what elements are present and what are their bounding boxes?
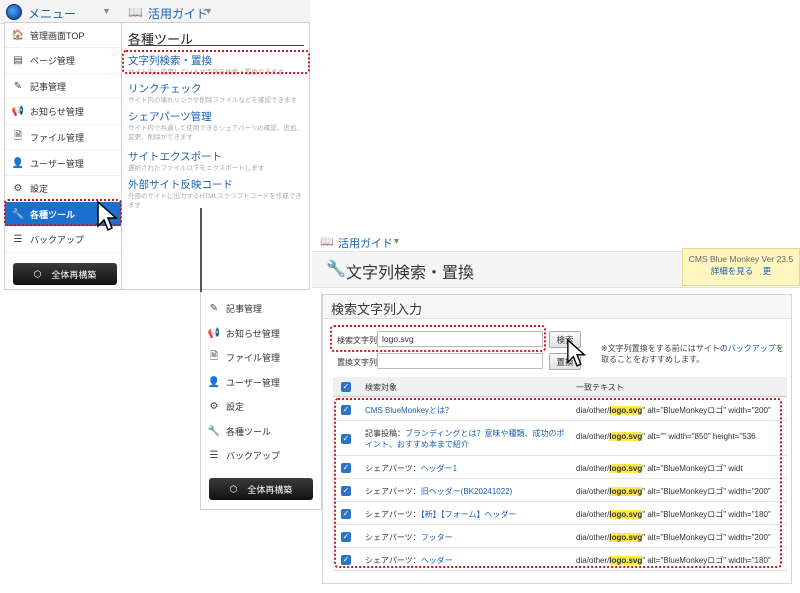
tool-description: サイト内で共通して使用できるシェアパーツの確認、追加、変更、削除ができます <box>128 125 303 141</box>
logo-icon[interactable] <box>6 4 22 20</box>
sidebar-item-label: 記事管理 <box>30 81 67 92</box>
update-link[interactable]: 更 <box>763 266 772 276</box>
sidebar-item[interactable]: ☰ バックアップ <box>201 443 321 468</box>
user-icon: 👤 <box>11 157 25 169</box>
tool-title[interactable]: シェアパーツ管理 <box>128 109 308 124</box>
cube-icon: ⬡ <box>33 268 42 279</box>
tool-title[interactable]: リンクチェック <box>128 81 308 96</box>
wrench-icon: 🔧 <box>326 261 346 278</box>
file-icon: 🗎 <box>13 130 23 142</box>
sidebar-item[interactable]: 👤 ユーザー管理 <box>5 151 121 176</box>
sidebar-item-label: ユーザー管理 <box>226 377 280 388</box>
sidebar-item[interactable]: 📢 お知らせ管理 <box>5 100 121 125</box>
mouse-cursor-icon <box>97 200 118 232</box>
book-icon: 📖 <box>128 5 143 19</box>
edit-icon: ✎ <box>13 80 23 92</box>
sidebar-item-label: 管理画面TOP <box>30 30 85 41</box>
page-title: 文字列検索・置換 <box>346 265 475 282</box>
sidebar-secondary: ⬡ 全体再構築 ✎ 記事管理 📢 お知らせ管理 🗎 ファイル管理 👤 ユーザー管理 ⚙ 設定 🔧 各種… <box>200 292 322 510</box>
col-target: 検索対象 <box>365 383 397 392</box>
replace-input[interactable] <box>377 353 543 369</box>
sidebar-item-label: ユーザー管理 <box>30 158 84 169</box>
database-icon: ☰ <box>13 234 23 246</box>
sidebar-item[interactable]: 🗎 ファイル管理 <box>5 125 121 151</box>
tool-title[interactable]: 外部サイト反映コード <box>128 177 308 192</box>
sidebar-item[interactable]: 🗎 ファイル管理 <box>201 345 321 370</box>
sidebar-item[interactable]: ⚙ 設定 <box>5 177 121 202</box>
sidebar-item-label: 各種ツール <box>226 426 272 437</box>
guide-menu[interactable]: 活用ガイド <box>338 235 393 251</box>
tool-title[interactable]: サイトエクスポート <box>128 149 308 164</box>
tool-item[interactable]: リンクチェック サイト内の壊れリンクや削除ファイルなどを確認できます <box>128 81 308 105</box>
sidebar: ⬡ 全体再構築 🏠 管理画面TOP ▤ ページ管理 ✎ 記事管理 📢 お知らせ管理 🗎 ファイル管… <box>4 22 122 290</box>
panel-title: 検索文字列入力 <box>323 295 791 319</box>
sidebar-item-label: バックアップ <box>226 451 281 461</box>
chevron-down-icon[interactable]: ▼ <box>392 236 401 246</box>
sidebar-item[interactable]: ✎ 記事管理 <box>5 74 121 100</box>
col-match: 一致テキスト <box>576 383 624 392</box>
gear-icon: ⚙ <box>13 183 23 195</box>
version-text: CMS Blue Monkey Ver 23.5 <box>688 254 794 264</box>
user-icon: 👤 <box>207 376 221 388</box>
edit-icon: ✎ <box>209 303 219 314</box>
tool-description: サイト内の壊れリンクや削除ファイルなどを確認できます <box>128 97 297 104</box>
sidebar-item-label: ページ管理 <box>30 56 75 67</box>
tool-description: 外部のサイトに出力するHTMLスクリプトコードを作成できます <box>128 193 302 209</box>
sidebar-item-label: 設定 <box>30 184 49 195</box>
megaphone-icon: 📢 <box>207 327 221 339</box>
home-icon: 🏠 <box>11 29 25 41</box>
database-icon: ☰ <box>209 450 219 461</box>
sidebar-item[interactable]: 👤 ユーザー管理 <box>201 370 321 395</box>
wrench-icon: 🔧 <box>207 425 221 437</box>
rebuild-label: 全体再構築 <box>247 484 293 495</box>
replace-label: 置換文字列 <box>337 358 377 367</box>
tool-item[interactable]: サイトエクスポート 選択されたファイル以下をエクスポートします <box>128 149 308 173</box>
sidebar-item[interactable]: 📢 お知らせ管理 <box>201 321 321 346</box>
sidebar-item-label: 設定 <box>226 402 245 412</box>
chevron-down-icon[interactable]: ▼ <box>102 6 111 16</box>
gear-icon: ⚙ <box>209 401 219 412</box>
sidebar-item-label: 記事管理 <box>226 304 263 314</box>
megaphone-icon: 📢 <box>11 106 25 118</box>
highlight-frame <box>334 398 782 568</box>
rebuild-all-button[interactable]: ⬡ 全体再構築 <box>13 263 117 285</box>
chevron-down-icon[interactable]: ▼ <box>204 6 213 16</box>
backup-link[interactable]: バックアップ <box>728 344 776 353</box>
tool-item[interactable]: シェアパーツ管理 サイト内で共通して使用できるシェアパーツの確認、追加、変更、削除… <box>128 109 308 142</box>
sidebar-item[interactable]: 🔧 各種ツール <box>201 419 321 444</box>
sidebar-item-label: バックアップ <box>30 235 85 246</box>
sidebar-item-label: お知らせ管理 <box>30 107 84 118</box>
sidebar-item[interactable]: 🏠 管理画面TOP <box>5 23 121 48</box>
backup-note: ※文字列置換をする前にはサイトのバックアップを取ることをおすすめします。 <box>601 343 791 365</box>
guide-menu[interactable]: 活用ガイド <box>148 5 208 22</box>
page-icon: ▤ <box>13 55 23 67</box>
book-icon: 📖 <box>320 236 334 248</box>
cube-icon: ⬡ <box>229 483 238 494</box>
sidebar-item[interactable]: ▤ ページ管理 <box>5 49 121 74</box>
details-link[interactable]: 詳細を見る <box>711 266 754 276</box>
menu-button[interactable]: メニュー <box>28 5 76 22</box>
divider <box>128 45 304 46</box>
sidebar-item-label: お知らせ管理 <box>226 328 280 339</box>
rebuild-label: 全体再構築 <box>51 269 97 280</box>
table-header: ✓ 検索対象 一致テキスト <box>333 377 787 397</box>
highlight-frame <box>330 325 546 352</box>
select-all-checkbox[interactable]: ✓ <box>341 382 351 392</box>
rebuild-all-button[interactable]: ⬡ 全体再構築 <box>209 478 313 500</box>
version-notice: CMS Blue Monkey Ver 23.5 詳細を見る 更 <box>682 248 800 286</box>
sidebar-item[interactable]: ⚙ 設定 <box>201 394 321 419</box>
sidebar-item-label: ファイル管理 <box>30 132 85 143</box>
highlight-frame <box>122 50 310 74</box>
mouse-cursor-icon <box>567 338 587 367</box>
tool-item[interactable]: 外部サイト反映コード 外部のサイトに出力するHTMLスクリプトコードを作成できます <box>128 177 308 210</box>
file-icon: 🗎 <box>209 351 219 362</box>
note-text: ※文字列置換をする前にはサイトの <box>601 344 728 353</box>
tool-description: 選択されたファイル以下をエクスポートします <box>128 165 265 172</box>
sidebar-item[interactable]: ✎ 記事管理 <box>201 296 321 321</box>
sidebar-item-label: ファイル管理 <box>226 353 281 363</box>
